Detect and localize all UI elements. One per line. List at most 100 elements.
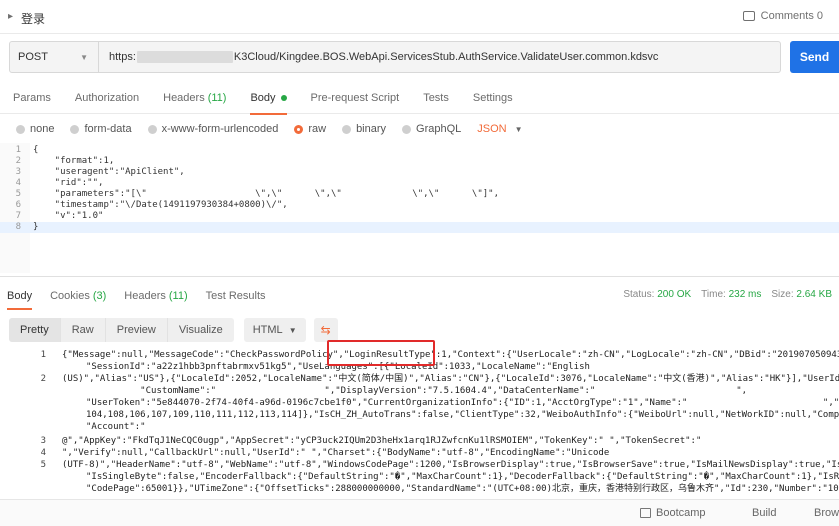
- tab-cookies[interactable]: Cookies (3): [41, 283, 115, 309]
- radio-graphql[interactable]: GraphQL: [402, 123, 461, 135]
- request-title-bar: ▸ 登录 Comments 0: [0, 0, 839, 34]
- size-item: Size: 2.64 KB: [771, 289, 832, 300]
- code-text: (UTF-8)","HeaderName":"utf-8","WebName":…: [62, 460, 839, 470]
- tab-params[interactable]: Params: [0, 82, 63, 114]
- chevron-down-icon: ▼: [514, 124, 523, 134]
- build-button[interactable]: Build: [752, 507, 776, 519]
- status-value[interactable]: 200 OK: [657, 289, 691, 300]
- code-text: "useragent":"ApiClient",: [33, 167, 185, 177]
- radio-icon: [342, 124, 352, 134]
- tab-test-results[interactable]: Test Results: [197, 283, 275, 309]
- wrap-lines-button[interactable]: ⇆: [313, 318, 338, 342]
- response-line: 104,108,106,107,109,110,111,112,113,114]…: [0, 409, 839, 421]
- radio-urlencoded[interactable]: x-www-form-urlencoded: [147, 123, 278, 135]
- line-number: 5: [15, 189, 21, 199]
- code-text: "CodePage":65001}},"UTimeZone":{"OffsetT…: [86, 484, 839, 494]
- tab-count: (11): [207, 92, 227, 104]
- line-number: 8: [15, 222, 21, 232]
- tab-pre-request-script[interactable]: Pre-request Script: [299, 82, 412, 114]
- view-raw[interactable]: Raw: [60, 318, 106, 342]
- response-status: Status: 200 OK Time: 232 ms Size: 2.64 K…: [623, 289, 832, 300]
- body-format-select[interactable]: JSON ▼: [477, 123, 522, 135]
- line-number: 7: [15, 211, 21, 221]
- pane-divider[interactable]: [0, 276, 839, 277]
- tab-count: (11): [168, 290, 188, 302]
- code-line: 2 "format":1,: [0, 156, 839, 167]
- tab-settings[interactable]: Settings: [461, 82, 525, 114]
- radio-icon: [16, 124, 25, 134]
- chevron-down-icon: ▼: [288, 325, 297, 335]
- code-text: 104,108,106,107,109,110,111,112,113,114]…: [86, 410, 839, 420]
- code-text: @","AppKey":"FkdTqJ1NeCQC0ugp","AppSecre…: [62, 436, 702, 446]
- tab-response-headers[interactable]: Headers (11): [115, 283, 196, 309]
- view-pretty[interactable]: Pretty: [9, 318, 61, 342]
- radio-label: raw: [308, 123, 327, 135]
- radio-binary[interactable]: binary: [342, 123, 386, 135]
- line-number: 2: [40, 374, 46, 384]
- tab-label: Settings: [472, 92, 513, 104]
- tab-label: Headers: [163, 92, 205, 104]
- line-number: 5: [40, 460, 46, 470]
- comment-icon: [742, 11, 755, 21]
- radio-form-data[interactable]: form-data: [70, 123, 132, 135]
- tab-body[interactable]: Body: [238, 82, 298, 115]
- radio-none[interactable]: none: [16, 123, 54, 135]
- code-line: 6 "timestamp":"\/Date(1491197930384+0800…: [0, 200, 839, 211]
- time-value[interactable]: 232 ms: [729, 289, 762, 300]
- url-input[interactable]: https: K3Cloud/Kingdee.BOS.WebApi.Servic…: [99, 42, 780, 72]
- request-tabs: Params Authorization Headers (11) Body Pr…: [0, 82, 839, 115]
- request-body-editor[interactable]: 1{ 2 "format":1, 3 "useragent":"ApiClien…: [0, 143, 839, 273]
- view-preview[interactable]: Preview: [105, 318, 168, 342]
- view-visualize[interactable]: Visualize: [167, 318, 234, 342]
- method-select[interactable]: POST ▼: [10, 42, 99, 72]
- code-text: }: [33, 222, 39, 232]
- code-text: "IsSingleByte":false,"EncoderFallback":{…: [86, 472, 839, 482]
- response-format-select[interactable]: HTML ▼: [243, 318, 306, 342]
- tab-label: Body: [250, 92, 276, 104]
- comments-button[interactable]: Comments 0: [742, 10, 823, 22]
- chevron-down-icon: ▼: [80, 52, 88, 62]
- size-label: Size:: [771, 289, 794, 300]
- tab-authorization[interactable]: Authorization: [63, 82, 151, 114]
- tab-tests[interactable]: Tests: [411, 82, 461, 114]
- code-line-current: 8}: [0, 222, 839, 233]
- response-line: 2 (US)","Alias":"US"},{"LocaleId":2052,"L…: [0, 373, 839, 385]
- chevron-right-icon[interactable]: ▸: [8, 11, 13, 22]
- browse-button[interactable]: Brows: [814, 507, 839, 519]
- code-text: "CustomName":" ","DisplayVersion":"7.5.1…: [86, 386, 748, 396]
- line-number: 4: [15, 178, 21, 188]
- redacted-host: [136, 51, 233, 63]
- radio-raw[interactable]: raw: [294, 123, 326, 135]
- code-text: "UserToken":"5e844070-2f74-40f4-a96d-019…: [86, 398, 839, 408]
- response-line: 5 (UTF-8)","HeaderName":"utf-8","WebName"…: [0, 459, 839, 471]
- code-text: "rid":"",: [33, 178, 104, 188]
- code-line: 4 "rid":"",: [0, 178, 839, 189]
- size-value[interactable]: 2.64 KB: [796, 289, 832, 300]
- code-text: "format":1,: [33, 156, 115, 166]
- send-button[interactable]: Send: [790, 41, 839, 73]
- request-title[interactable]: 登录: [21, 10, 45, 27]
- url-bar: POST ▼ https: K3Cloud/Kingdee.BOS.WebApi…: [9, 41, 781, 73]
- code-text: {"Message":null,"MessageCode":"CheckPass…: [62, 350, 839, 360]
- url-prefix: https:: [109, 51, 136, 63]
- response-line: 4 ","Verify":null,"CallbackUrl":null,"Use…: [0, 447, 839, 459]
- radio-icon: [70, 124, 80, 134]
- comments-label: Comments 0: [760, 10, 823, 22]
- code-line: 1{: [0, 145, 839, 156]
- tab-label: Pre-request Script: [310, 92, 400, 104]
- response-line: "CustomName":" ","DisplayVersion":"7.5.1…: [0, 385, 839, 397]
- tab-headers[interactable]: Headers (11): [151, 82, 238, 114]
- line-number: 6: [15, 200, 21, 210]
- bootcamp-button[interactable]: Bootcamp: [640, 507, 706, 519]
- modified-dot-icon: [280, 95, 287, 101]
- line-number: 2: [15, 156, 21, 166]
- tab-response-body[interactable]: Body: [0, 283, 41, 310]
- response-body[interactable]: 1 {"Message":null,"MessageCode":"CheckPas…: [0, 347, 839, 497]
- code-text: ","Verify":null,"CallbackUrl":null,"User…: [62, 448, 610, 458]
- code-line: 7 "v":"1.0": [0, 211, 839, 222]
- highlight-annotation-box: [327, 340, 435, 366]
- radio-icon: [147, 124, 157, 134]
- tab-label: Cookies: [50, 290, 90, 302]
- wrap-icon: ⇆: [320, 323, 331, 337]
- tab-count: (3): [92, 290, 107, 302]
